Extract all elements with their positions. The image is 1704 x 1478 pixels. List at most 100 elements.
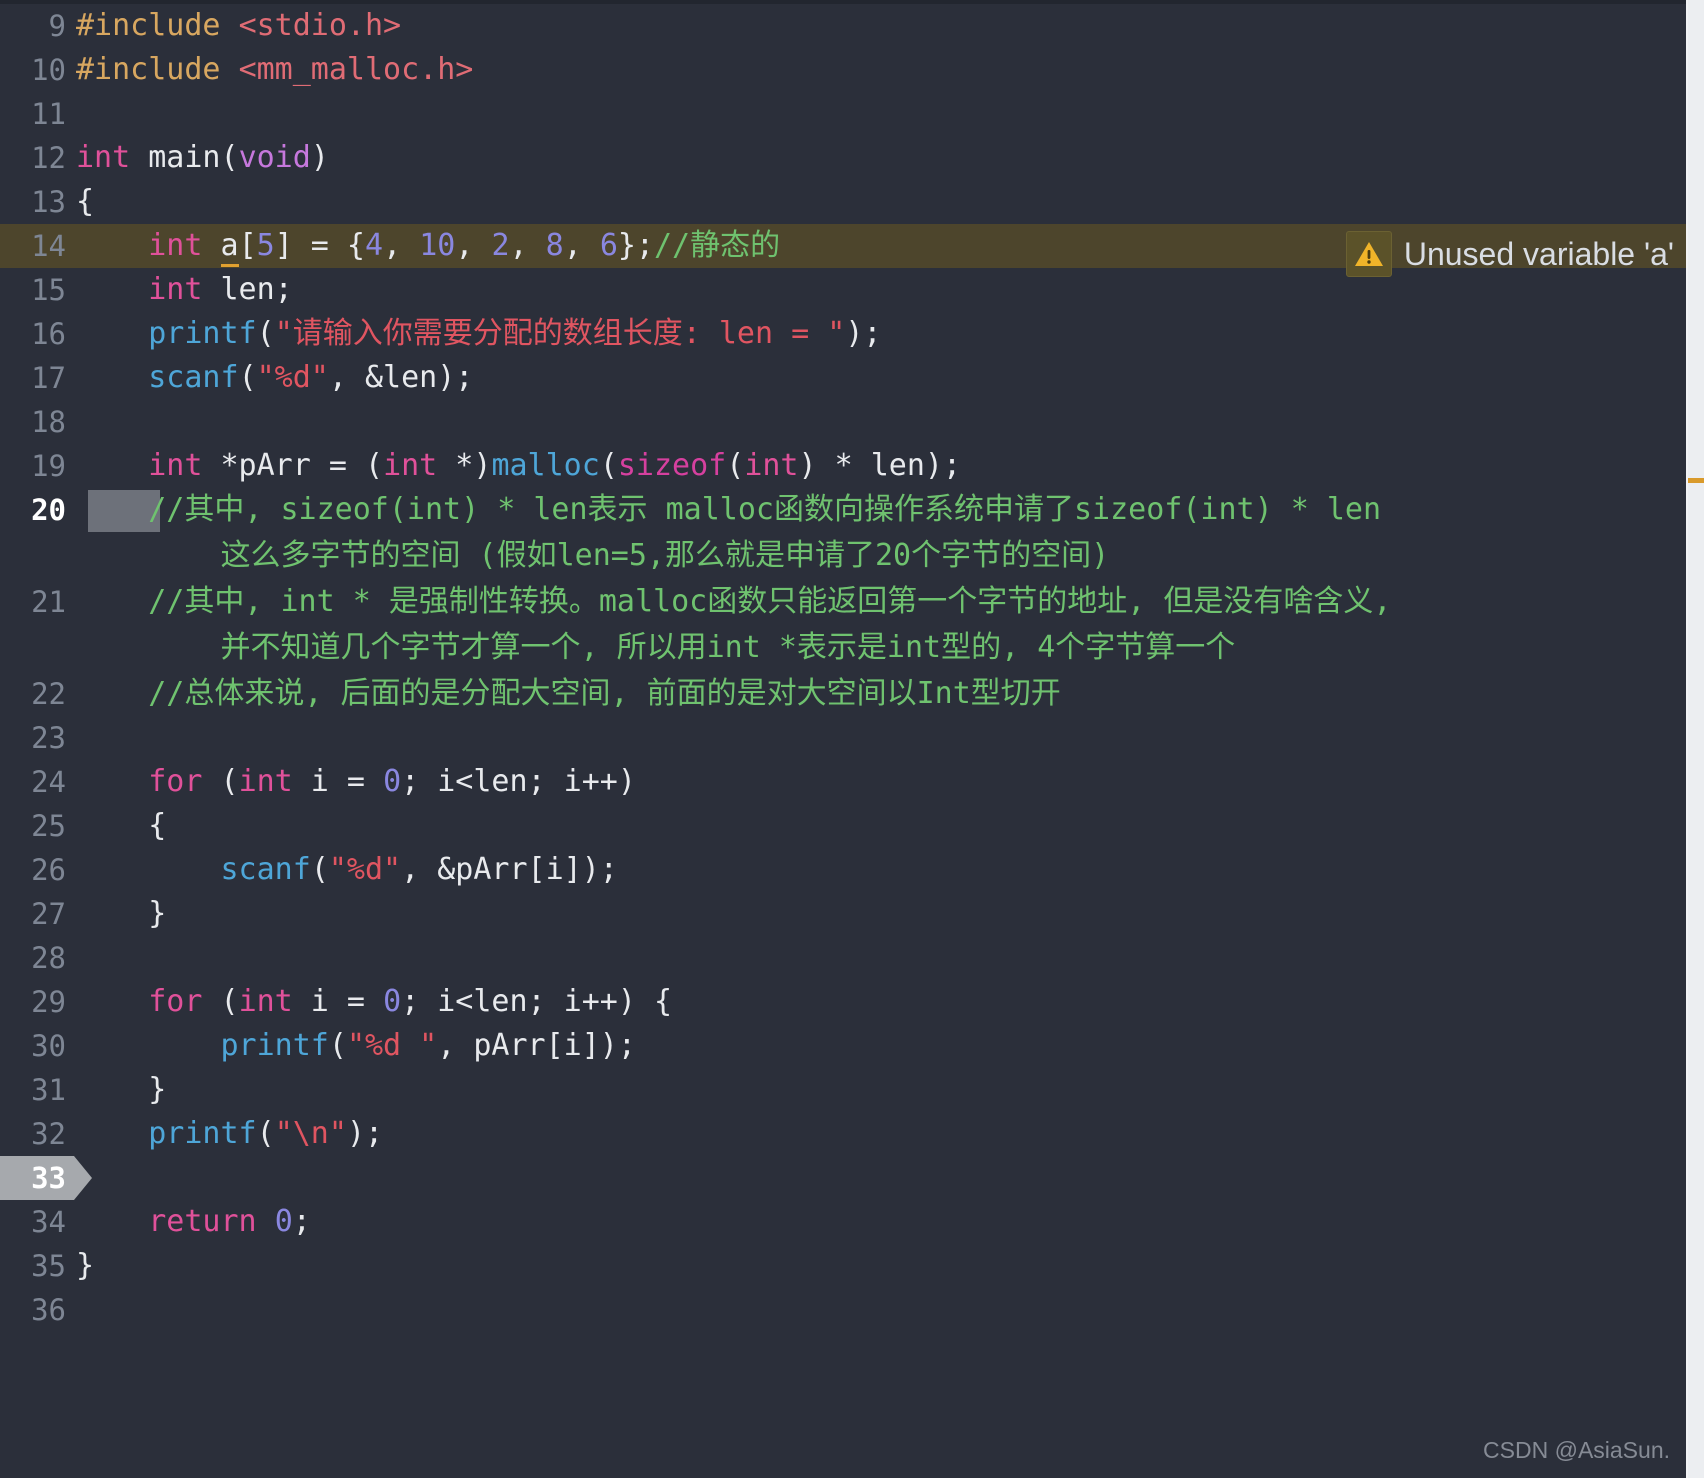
code-text[interactable]: return 0; [76, 1200, 311, 1244]
code-text[interactable]: scanf("%d", &len); [76, 356, 473, 400]
line-number[interactable]: 30 [0, 1024, 76, 1068]
token: [ [238, 228, 257, 263]
code-line[interactable]: 23 [0, 716, 1688, 760]
line-number[interactable]: 13 [0, 180, 76, 224]
code-text[interactable]: //其中, sizeof(int) * len表示 malloc函数向操作系统申… [76, 488, 1381, 532]
code-line[interactable]: 34 return 0; [0, 1200, 1688, 1244]
code-line[interactable]: 22 //总体来说, 后面的是分配大空间, 前面的是对大空间以Int型切开 [0, 672, 1688, 716]
line-number[interactable]: 24 [0, 760, 76, 804]
code-line[interactable]: 17 scanf("%d", &len); [0, 356, 1688, 400]
line-number[interactable]: 35 [0, 1244, 76, 1288]
code-text[interactable]: for (int i = 0; i<len; i++) { [76, 980, 672, 1024]
code-line[interactable]: 27 } [0, 892, 1688, 936]
code-text[interactable]: printf("%d ", pArr[i]); [76, 1024, 636, 1068]
line-number[interactable]: 31 [0, 1068, 76, 1112]
overview-ruler[interactable] [1688, 0, 1704, 1478]
code-line[interactable]: 13{ [0, 180, 1688, 224]
line-number[interactable]: 11 [0, 92, 76, 136]
line-number[interactable]: 33 [0, 1156, 76, 1200]
code-text[interactable]: int *pArr = (int *)malloc(sizeof(int) * … [76, 444, 961, 488]
code-text[interactable]: int len; [76, 268, 293, 312]
wrapped-line[interactable]: 并不知道几个字节才算一个, 所以用int *表示是int型的, 4个字节算一个 [0, 624, 1688, 672]
inline-warning-badge[interactable]: Unused variable 'a' [1345, 228, 1682, 280]
code-text[interactable]: scanf("%d", &pArr[i]); [76, 848, 618, 892]
code-line[interactable]: 24 for (int i = 0; i<len; i++) [0, 760, 1688, 804]
code-text[interactable]: { [76, 180, 94, 224]
code-editor[interactable]: 9 #include <stdio.h> 10 #include <mm_malloc… [0, 0, 1704, 1478]
code-line[interactable]: 25 { [0, 804, 1688, 848]
line-number[interactable]: 10 [0, 48, 76, 92]
line-number[interactable]: 29 [0, 980, 76, 1024]
code-text[interactable]: //其中, int * 是强制性转换。malloc函数只能返回第一个字节的地址,… [76, 580, 1391, 624]
token: { [76, 184, 95, 219]
code-line[interactable]: 26 scanf("%d", &pArr[i]); [0, 848, 1688, 892]
warning-message: Unused variable 'a' [1403, 236, 1674, 272]
code-line[interactable]: 16 printf("请输入你需要分配的数组长度: len = "); [0, 312, 1688, 356]
code-line[interactable]: 29 for (int i = 0; i<len; i++) { [0, 980, 1688, 1024]
code-line[interactable]: 9 #include <stdio.h> [0, 4, 1688, 48]
token: 4 [365, 228, 384, 263]
code-line[interactable]: 32 printf("\n"); [0, 1112, 1688, 1156]
code-line[interactable]: 18 [0, 400, 1688, 444]
code-text[interactable]: #include <mm_malloc.h> [76, 48, 473, 92]
code-line[interactable]: 19 int *pArr = (int *)malloc(sizeof(int)… [0, 444, 1688, 488]
line-number[interactable]: 17 [0, 356, 76, 400]
line-number[interactable]: 22 [0, 672, 76, 716]
line-number[interactable]: 20 [0, 488, 76, 532]
code-line[interactable]: 21 //其中, int * 是强制性转换。malloc函数只能返回第一个字节的… [0, 580, 1688, 624]
code-text[interactable]: for (int i = 0; i<len; i++) [76, 760, 636, 804]
line-number[interactable]: 34 [0, 1200, 76, 1244]
code-text[interactable]: { [76, 804, 166, 848]
wrapped-line[interactable]: 这么多字节的空间 (假如len=5,那么就是申请了20个字节的空间) [0, 532, 1688, 580]
line-number[interactable]: 9 [0, 4, 76, 48]
token: 10 [419, 228, 456, 263]
token: 2 [491, 228, 510, 263]
line-number[interactable]: 15 [0, 268, 76, 312]
token: int [148, 228, 203, 263]
line-number[interactable]: 36 [0, 1288, 76, 1332]
code-text[interactable]: printf("\n"); [76, 1112, 383, 1156]
code-text[interactable]: #include <stdio.h> [76, 4, 401, 48]
line-number[interactable]: 25 [0, 804, 76, 848]
line-number[interactable]: 23 [0, 716, 76, 760]
code-line[interactable]: 31 } [0, 1068, 1688, 1112]
line-number[interactable]: 18 [0, 400, 76, 444]
line-number[interactable]: 19 [0, 444, 76, 488]
code-text[interactable]: } [76, 1068, 166, 1112]
line-number[interactable]: 32 [0, 1112, 76, 1156]
code-line[interactable]: 33 [0, 1156, 1688, 1200]
code-text[interactable]: } [76, 1244, 94, 1288]
code-text[interactable]: 这么多字节的空间 (假如len=5,那么就是申请了20个字节的空间) [76, 532, 1109, 580]
code-line[interactable]: 11 [0, 92, 1688, 136]
code-line[interactable]: 35} [0, 1244, 1688, 1288]
line-number[interactable]: 26 [0, 848, 76, 892]
code-line[interactable]: 10 #include <mm_malloc.h> [0, 48, 1688, 92]
line-number[interactable]: 14 [0, 224, 76, 268]
line-number[interactable]: 12 [0, 136, 76, 180]
code-text[interactable]: //总体来说, 后面的是分配大空间, 前面的是对大空间以Int型切开 [76, 672, 1061, 716]
code-line[interactable]: 20 //其中, sizeof(int) * len表示 malloc函数向操作… [0, 488, 1688, 532]
code-text[interactable]: } [76, 892, 166, 936]
code-text[interactable]: int a[5] = {4, 10, 2, 8, 6};//静态的 [76, 224, 780, 268]
token: { [76, 808, 167, 843]
code-text[interactable]: int main(void) [76, 136, 329, 180]
line-number[interactable]: 27 [0, 892, 76, 936]
token: void [238, 140, 311, 175]
code-line[interactable]: 36 [0, 1288, 1688, 1332]
code-line[interactable]: 30 printf("%d ", pArr[i]); [0, 1024, 1688, 1068]
code-text[interactable]: printf("请输入你需要分配的数组长度: len = "); [76, 312, 881, 356]
line-number[interactable]: 16 [0, 312, 76, 356]
code-text[interactable]: 并不知道几个字节才算一个, 所以用int *表示是int型的, 4个字节算一个 [76, 624, 1235, 672]
ruler-warning-tick[interactable] [1688, 478, 1704, 483]
token: , &pArr[i]); [401, 852, 618, 887]
code-line[interactable]: 12 int main(void) [0, 136, 1688, 180]
code-content[interactable]: 9 #include <stdio.h> 10 #include <mm_malloc… [0, 4, 1688, 1332]
line-number[interactable]: 21 [0, 580, 76, 624]
line-number[interactable]: 28 [0, 936, 76, 980]
token: main [130, 140, 221, 175]
code-line[interactable]: 28 [0, 936, 1688, 980]
